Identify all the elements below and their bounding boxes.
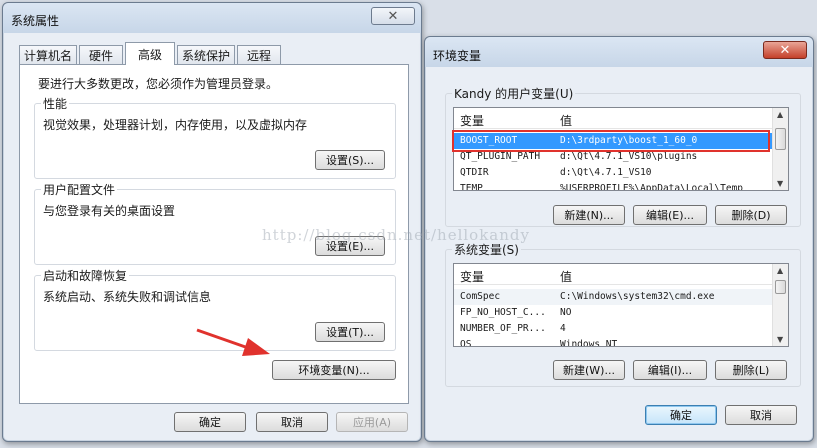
user-edit-button[interactable]: 编辑(E)... — [633, 205, 707, 225]
system-edit-button[interactable]: 编辑(I)... — [633, 360, 707, 380]
environment-variables-button[interactable]: 环境变量(N)... — [272, 360, 396, 380]
system-delete-button[interactable]: 删除(L) — [715, 360, 787, 380]
startup-recovery-description: 系统启动、系统失败和调试信息 — [43, 290, 212, 304]
watermark: http://blog.csdn.net/hellokandy — [262, 226, 530, 244]
startup-recovery-settings-button[interactable]: 设置(T)... — [315, 322, 385, 342]
system-var-row[interactable]: ComSpec C:\Windows\system32\cmd.exe — [454, 289, 772, 305]
close-button[interactable]: ✕ — [371, 7, 415, 25]
performance-description: 视觉效果，处理器计划，内存使用，以及虚拟内存 — [43, 118, 308, 132]
system-properties-window: 系统属性 ✕ 计算机名 硬件 高级 系统保护 远程 要进行大多数更改，您必须作为… — [2, 2, 422, 442]
startup-recovery-legend: 启动和故障恢复 — [41, 267, 130, 284]
ok-button[interactable]: 确定 — [174, 412, 246, 432]
env-close-button[interactable]: ✕ — [763, 41, 807, 59]
column-header-variable[interactable]: 变量 — [460, 112, 484, 129]
env-cancel-button[interactable]: 取消 — [725, 405, 797, 425]
column-header-variable[interactable]: 变量 — [460, 268, 484, 285]
user-var-row[interactable]: TEMP %USERPROFILE%\AppData\Local\Temp — [454, 181, 772, 190]
system-var-row[interactable]: OS Windows_NT — [454, 337, 772, 346]
column-header-value[interactable]: 值 — [560, 112, 572, 129]
admin-notice: 要进行大多数更改，您必须作为管理员登录。 — [38, 77, 279, 91]
window-title: 系统属性 — [11, 14, 60, 28]
tab-system-protection[interactable]: 系统保护 — [177, 45, 235, 65]
scroll-down-icon[interactable]: ▼ — [777, 335, 783, 344]
user-var-row[interactable]: QTDIR d:\Qt\4.7.1_VS10 — [454, 165, 772, 181]
env-title-bar[interactable]: 环境变量 ✕ — [425, 37, 813, 67]
user-new-button[interactable]: 新建(N)... — [553, 205, 625, 225]
apply-button[interactable]: 应用(A) — [336, 412, 408, 432]
cancel-button[interactable]: 取消 — [256, 412, 328, 432]
scroll-thumb[interactable] — [775, 280, 786, 294]
system-variables-list[interactable]: 变量 值 ComSpec C:\Windows\system32\cmd.exe… — [453, 263, 789, 347]
system-list-header: 变量 值 — [454, 264, 772, 285]
system-list-scrollbar[interactable]: ▲ ▼ — [772, 264, 788, 346]
user-profiles-description: 与您登录有关的桌面设置 — [43, 204, 176, 218]
scroll-up-icon[interactable]: ▲ — [777, 110, 783, 119]
env-window-title: 环境变量 — [433, 49, 482, 63]
system-new-button[interactable]: 新建(W)... — [553, 360, 625, 380]
system-var-row[interactable]: FP_NO_HOST_C... NO — [454, 305, 772, 321]
user-list-header: 变量 值 — [454, 108, 772, 129]
performance-legend: 性能 — [41, 95, 70, 112]
user-list-scrollbar[interactable]: ▲ ▼ — [772, 108, 788, 190]
tab-computer-name[interactable]: 计算机名 — [19, 45, 77, 65]
user-variables-legend: Kandy 的用户变量(U) — [452, 85, 576, 102]
user-delete-button[interactable]: 删除(D) — [715, 205, 787, 225]
env-ok-button[interactable]: 确定 — [645, 405, 717, 425]
startup-recovery-group: 启动和故障恢复 系统启动、系统失败和调试信息 设置(T)... — [34, 267, 396, 351]
close-icon: ✕ — [387, 8, 399, 24]
performance-group: 性能 视觉效果，处理器计划，内存使用，以及虚拟内存 设置(S)... — [34, 95, 396, 179]
close-icon: ✕ — [779, 42, 791, 58]
scroll-up-icon[interactable]: ▲ — [777, 266, 783, 275]
highlight-box — [452, 130, 770, 152]
tab-remote[interactable]: 远程 — [237, 45, 281, 65]
title-bar[interactable]: 系统属性 ✕ — [3, 3, 421, 33]
user-profiles-legend: 用户配置文件 — [41, 181, 118, 198]
performance-settings-button[interactable]: 设置(S)... — [315, 150, 385, 170]
tab-hardware[interactable]: 硬件 — [79, 45, 123, 65]
scroll-down-icon[interactable]: ▼ — [777, 179, 783, 188]
column-header-value[interactable]: 值 — [560, 268, 572, 285]
scroll-thumb[interactable] — [775, 128, 786, 150]
system-var-row[interactable]: NUMBER_OF_PR... 4 — [454, 321, 772, 337]
tab-advanced[interactable]: 高级 — [125, 42, 175, 65]
